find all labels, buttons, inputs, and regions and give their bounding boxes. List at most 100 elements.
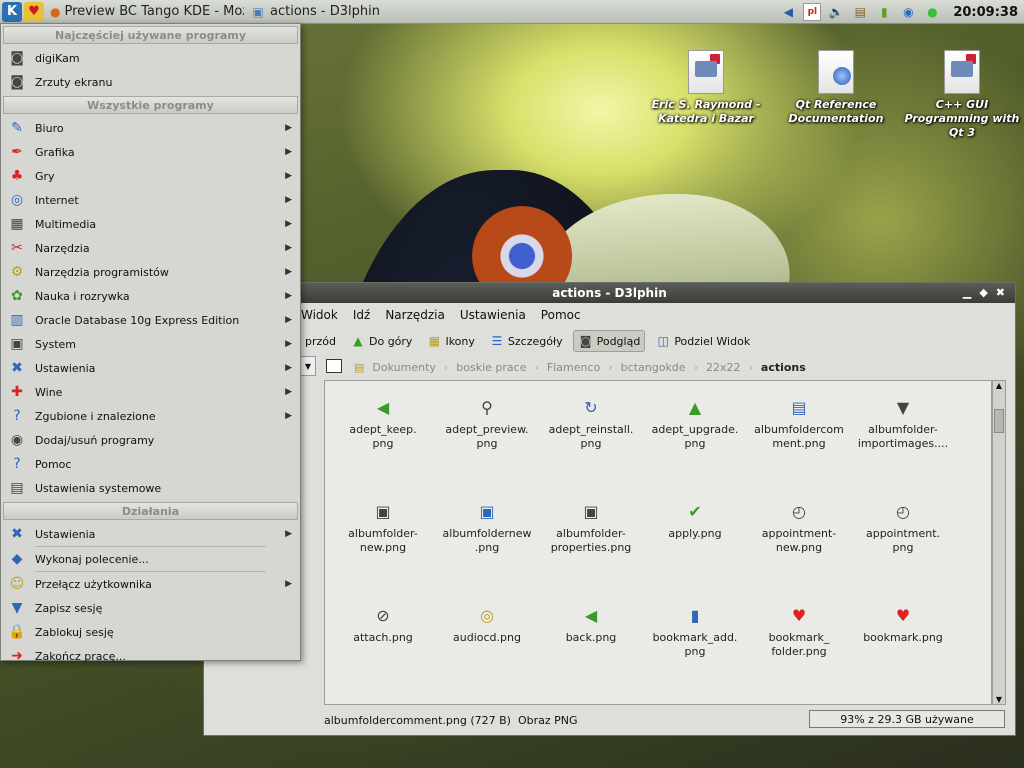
- icons-view-button[interactable]: ▦ Ikony: [422, 330, 478, 352]
- menu-narzedzia[interactable]: Narzędzia: [385, 308, 445, 322]
- file-item[interactable]: ◀ adept_keep. png: [331, 397, 435, 451]
- submenu-arrow-icon: ▶: [285, 411, 292, 421]
- file-item[interactable]: ↻ adept_reinstall. png: [539, 397, 643, 451]
- menu-item-15[interactable]: ▤ Ustawienia systemowe: [1, 476, 300, 500]
- up-button[interactable]: ▲ Do góry: [346, 330, 416, 352]
- forward-button[interactable]: przód: [301, 330, 340, 352]
- menu-item-14[interactable]: ? Pomoc: [1, 452, 300, 476]
- file-name: adept_keep. png: [349, 423, 417, 450]
- scroll-up-arrow[interactable]: ▲: [993, 381, 1005, 390]
- desktop-icon-cpp-gui[interactable]: C++ GUI Programming with Qt 3: [902, 50, 1022, 140]
- file-view[interactable]: ◀ adept_keep. png ⚲ adept_preview. png ↻ adep…: [324, 380, 992, 705]
- status-text: albumfoldercomment.png (727 B) Obraz PNG: [324, 713, 578, 727]
- network-icon[interactable]: ◉: [899, 3, 917, 21]
- close-icon[interactable]: ✖: [996, 286, 1005, 299]
- file-item[interactable]: ◴ appointment. png: [851, 501, 955, 555]
- menu-item-label: Przełącz użytkownika: [35, 577, 152, 591]
- menu-item-12[interactable]: ? Zgubione i znalezione ▶: [1, 404, 300, 428]
- menu-item-5[interactable]: ✂ Narzędzia ▶: [1, 236, 300, 260]
- breadcrumb-item[interactable]: Flamenco: [547, 361, 600, 374]
- submenu-arrow-icon: ▶: [285, 339, 292, 349]
- forward-label: przód: [305, 334, 336, 348]
- volume-icon[interactable]: 🔈: [827, 3, 845, 21]
- menu-idz[interactable]: Idź: [353, 308, 370, 322]
- menu-item-11[interactable]: ✚ Wine ▶: [1, 380, 300, 404]
- camera-icon: ◙: [579, 334, 592, 348]
- menu-item-1[interactable]: ✒ Grafika ▶: [1, 140, 300, 164]
- menu-pomoc[interactable]: Pomoc: [541, 308, 581, 322]
- file-item[interactable]: ▮ bookmark_add. png: [643, 605, 747, 659]
- file-item[interactable]: ✔ apply.png: [643, 501, 747, 541]
- menu-item-2[interactable]: ♣ Gry ▶: [1, 164, 300, 188]
- minimize-icon[interactable]: ▁: [963, 286, 971, 299]
- desktop-icon-qt-docs[interactable]: Qt Reference Documentation: [776, 50, 896, 126]
- arrow-left-icon: ◀: [584, 606, 598, 625]
- clipboard-icon[interactable]: ▤: [851, 3, 869, 21]
- scrollbar-thumb[interactable]: [994, 409, 1004, 433]
- status-green-icon[interactable]: ●: [923, 3, 941, 21]
- scrollbar[interactable]: ▲ ▼: [992, 380, 1006, 705]
- file-name: bookmark_ folder.png: [768, 631, 830, 658]
- action-item-2[interactable]: ☺ Przełącz użytkownika ▶: [1, 572, 300, 596]
- arrow-up-icon: ▲: [688, 398, 702, 417]
- action-item-1[interactable]: ◆ Wykonaj polecenie...: [1, 547, 300, 571]
- file-item[interactable]: ◀ back.png: [539, 605, 643, 645]
- menu-item-0[interactable]: ✎ Biuro ▶: [1, 116, 300, 140]
- file-item[interactable]: ▣ albumfolder- new.png: [331, 501, 435, 555]
- desktop-icon-katedra[interactable]: Eric S. Raymond - Katedra i Bazar: [646, 50, 766, 126]
- action-item-4[interactable]: 🔒 Zablokuj sesję: [1, 620, 300, 644]
- menu-item-screenshot[interactable]: ◙ Zrzuty ekranu: [1, 70, 300, 94]
- menu-item-4[interactable]: ▦ Multimedia ▶: [1, 212, 300, 236]
- file-item[interactable]: ▣ albumfoldernew .png: [435, 501, 539, 555]
- window-titlebar[interactable]: actions - D3lphin ▁ ◆ ✖: [204, 283, 1015, 303]
- breadcrumb-item[interactable]: Dokumenty: [372, 361, 435, 374]
- file-item[interactable]: ⚲ adept_preview. png: [435, 397, 539, 451]
- file-item[interactable]: ♥ bookmark_ folder.png: [747, 605, 851, 659]
- heart-icon[interactable]: ♥: [24, 1, 44, 22]
- breadcrumb-item[interactable]: boskie prace: [456, 361, 526, 374]
- maximize-icon[interactable]: ◆: [979, 286, 987, 299]
- file-item[interactable]: ▣ albumfolder- properties.png: [539, 501, 643, 555]
- preview-view-button[interactable]: ◙ Podgląd: [572, 330, 646, 352]
- window-title: actions - D3lphin: [552, 286, 667, 300]
- details-view-button[interactable]: ☰ Szczegóły: [485, 330, 567, 352]
- file-item[interactable]: ▲ adept_upgrade. png: [643, 397, 747, 451]
- menu-item-7[interactable]: ✿ Nauka i rozrywka ▶: [1, 284, 300, 308]
- file-item[interactable]: ♥ bookmark.png: [851, 605, 955, 645]
- breadcrumb-current[interactable]: actions: [761, 361, 806, 374]
- breadcrumb-item[interactable]: bctangokde: [621, 361, 686, 374]
- taskbar-item-firefox[interactable]: ● Preview BC Tango KDE - Moz: [44, 2, 244, 22]
- file-name: bookmark_add. png: [652, 631, 738, 658]
- file-item[interactable]: ◎ audiocd.png: [435, 605, 539, 645]
- taskbar-item-dolphin[interactable]: ▣ actions - D3lphin: [244, 2, 444, 22]
- scroll-down-arrow[interactable]: ▼: [993, 695, 1005, 704]
- clock[interactable]: 20:09:38: [953, 5, 1018, 20]
- file-name: bookmark.png: [863, 631, 943, 644]
- menu-item-3[interactable]: ◎ Internet ▶: [1, 188, 300, 212]
- kmenu-button[interactable]: K: [2, 1, 22, 22]
- menu-item-13[interactable]: ◉ Dodaj/usuń programy: [1, 428, 300, 452]
- file-item[interactable]: ◴ appointment- new.png: [747, 501, 851, 555]
- menu-item-10[interactable]: ✖ Ustawienia ▶: [1, 356, 300, 380]
- menu-item-8[interactable]: ▥ Oracle Database 10g Express Edition ▶: [1, 308, 300, 332]
- disk-usage-bar: 93% z 29.3 GB używane: [809, 710, 1005, 728]
- split-view-button[interactable]: ◫ Podziel Widok: [651, 330, 754, 352]
- file-item[interactable]: ▤ albumfoldercom ment.png: [747, 397, 851, 451]
- system-settings-icon: ▤: [10, 480, 24, 496]
- menu-item-9[interactable]: ▣ System ▶: [1, 332, 300, 356]
- menu-item-digikam[interactable]: ◙ digiKam: [1, 46, 300, 70]
- file-item[interactable]: ⊘ attach.png: [331, 605, 435, 645]
- action-item-0[interactable]: ✖ Ustawienia ▶: [1, 522, 300, 546]
- menu-item-label: Ustawienia systemowe: [35, 481, 162, 495]
- menu-item-6[interactable]: ⚙ Narzędzia programistów ▶: [1, 260, 300, 284]
- arrow-left-icon[interactable]: ◀: [779, 3, 797, 21]
- menu-item-label: Oracle Database 10g Express Edition: [35, 313, 240, 327]
- keyboard-layout-flag[interactable]: pl: [803, 3, 822, 21]
- action-item-5[interactable]: ➜ Zakończ pracę...: [1, 644, 300, 668]
- breadcrumb-item[interactable]: 22x22: [706, 361, 741, 374]
- menu-widok[interactable]: Widok: [301, 308, 338, 322]
- file-item[interactable]: ▼ albumfolder- importimages....: [851, 397, 955, 451]
- menu-ustawienia[interactable]: Ustawienia: [460, 308, 526, 322]
- battery-icon[interactable]: ▮: [875, 3, 893, 21]
- action-item-3[interactable]: ▼ Zapisz sesję: [1, 596, 300, 620]
